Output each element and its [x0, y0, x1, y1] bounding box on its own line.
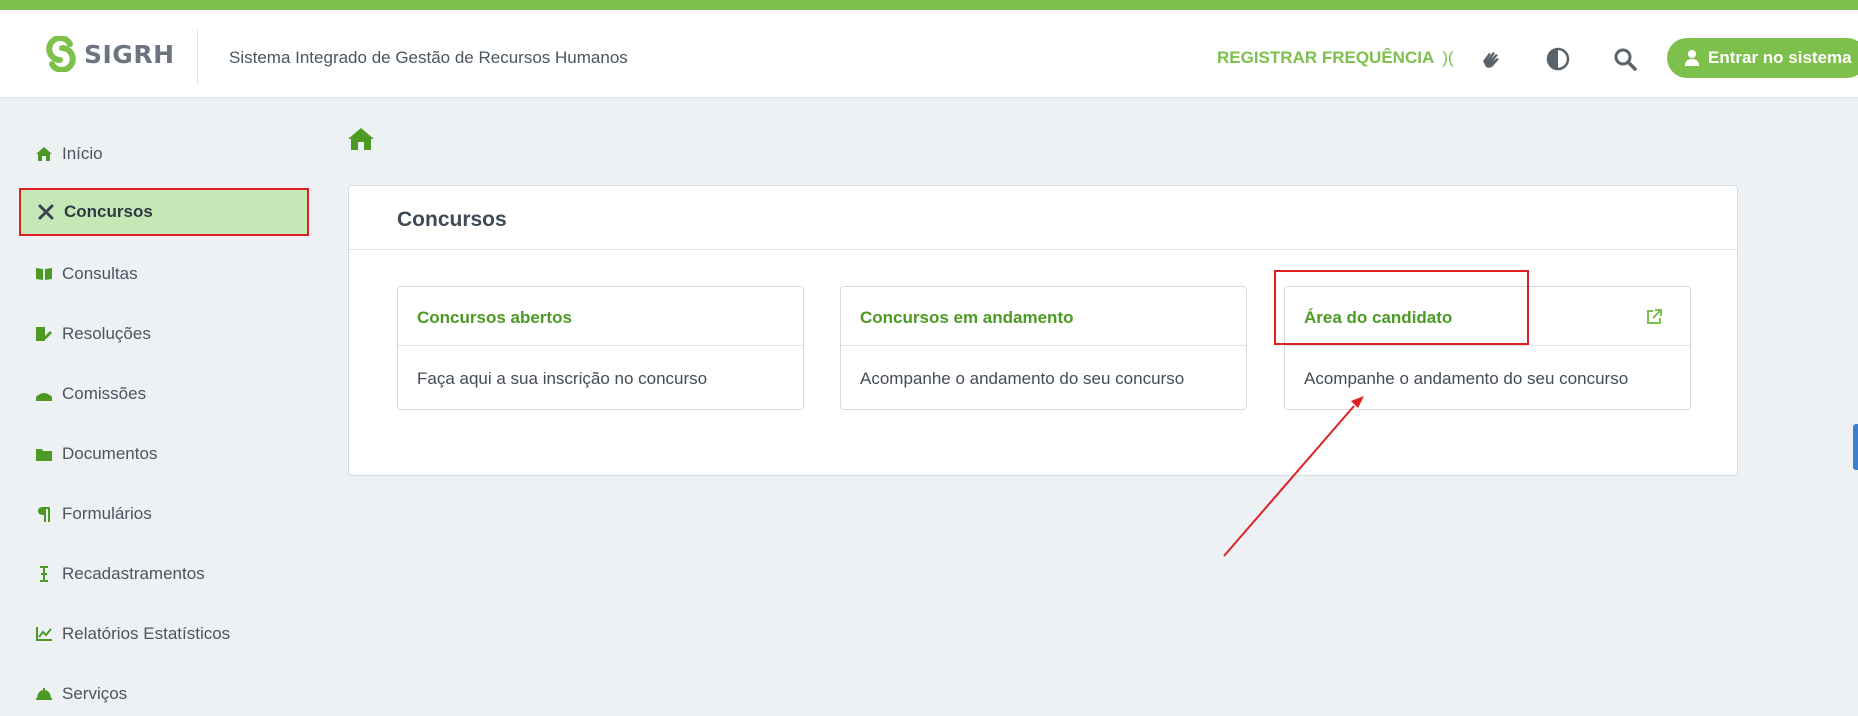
logo-text: SIGRH — [84, 39, 175, 69]
sidebar-item-concursos[interactable]: Concursos — [19, 188, 309, 236]
sidebar-item-label: Serviços — [62, 684, 128, 703]
bell-icon — [35, 685, 53, 703]
cursor-icon — [35, 565, 53, 583]
concursos-panel: Concursos Concursos abertos Faça aqui a … — [348, 185, 1738, 476]
login-button[interactable]: Entrar no sistema — [1667, 38, 1858, 78]
sidebar-item-label: Recadastramentos — [62, 564, 205, 583]
sidebar-item-label: Concursos — [64, 202, 153, 221]
card-description: Acompanhe o andamento do seu concurso — [860, 369, 1185, 388]
search-icon[interactable] — [1610, 44, 1640, 74]
breadcrumb-home-icon[interactable] — [348, 128, 374, 155]
highlight-box — [1274, 270, 1529, 345]
chart-icon — [35, 625, 53, 643]
tools-icon — [37, 203, 55, 221]
sidebar-item-label: Resoluções — [62, 324, 151, 343]
login-label: Entrar no sistema — [1708, 48, 1852, 67]
card-description: Acompanhe o andamento do seu concurso — [1304, 369, 1629, 388]
sidebar-item-label: Documentos — [62, 444, 158, 463]
sidebar-item-label: Relatórios Estatísticos — [62, 624, 231, 643]
sidebar-item-relatorios[interactable]: Relatórios Estatísticos — [19, 610, 309, 658]
header-divider — [197, 30, 198, 84]
contrast-icon[interactable] — [1543, 44, 1573, 74]
sigrh-logo[interactable]: SIGRH — [44, 36, 175, 72]
sidebar-item-recadastramentos[interactable]: Recadastramentos — [19, 550, 309, 598]
sidebar-item-documentos[interactable]: Documentos — [19, 430, 309, 478]
card-description: Faça aqui a sua inscrição no concurso — [417, 369, 708, 388]
card-divider — [398, 345, 803, 346]
libras-hand-icon[interactable] — [1476, 44, 1506, 74]
sidebar-item-label: Consultas — [62, 264, 138, 283]
sidebar-item-label: Comissões — [62, 384, 147, 403]
sidebar-item-servicos[interactable]: Serviços — [19, 670, 309, 716]
register-attendance-label: REGISTRAR FREQUÊNCIA — [1217, 48, 1435, 67]
sidebar-item-comissoes[interactable]: Comissões — [19, 370, 309, 418]
folder-icon — [35, 445, 53, 463]
card-concursos-em-andamento[interactable]: Concursos em andamento Acompanhe o andam… — [840, 286, 1247, 410]
external-link-icon[interactable] — [1646, 309, 1662, 330]
card-title[interactable]: Concursos abertos — [417, 308, 572, 328]
home-icon — [35, 145, 53, 163]
sidebar-item-resolucoes[interactable]: Resoluções — [19, 310, 309, 358]
group-icon — [35, 385, 53, 403]
register-attendance-link[interactable]: REGISTRAR FREQUÊNCIA )( — [1217, 48, 1454, 68]
paragraph-icon — [35, 505, 53, 523]
register-mark: )( — [1442, 48, 1454, 67]
card-divider — [841, 345, 1246, 346]
book-icon — [35, 265, 53, 283]
card-concursos-abertos[interactable]: Concursos abertos Faça aqui a sua inscri… — [397, 286, 804, 410]
sidebar-item-consultas[interactable]: Consultas — [19, 250, 309, 298]
card-divider — [1285, 345, 1690, 346]
system-name: Sistema Integrado de Gestão de Recursos … — [229, 48, 628, 67]
sigrh-logo-icon — [46, 36, 76, 72]
card-title[interactable]: Concursos em andamento — [860, 308, 1074, 328]
sidebar-item-label: Formulários — [62, 504, 152, 523]
sidebar-item-formularios[interactable]: Formulários — [19, 490, 309, 538]
header: SIGRH Sistema Integrado de Gestão de Rec… — [0, 10, 1858, 98]
sidebar-item-inicio[interactable]: Início — [19, 130, 309, 178]
top-accent-bar — [0, 0, 1858, 10]
edit-file-icon — [35, 325, 53, 343]
user-icon — [1685, 50, 1699, 66]
panel-divider — [349, 249, 1737, 250]
sidebar-item-label: Início — [62, 144, 103, 163]
panel-title: Concursos — [397, 208, 507, 231]
side-feedback-tab[interactable] — [1853, 424, 1858, 470]
